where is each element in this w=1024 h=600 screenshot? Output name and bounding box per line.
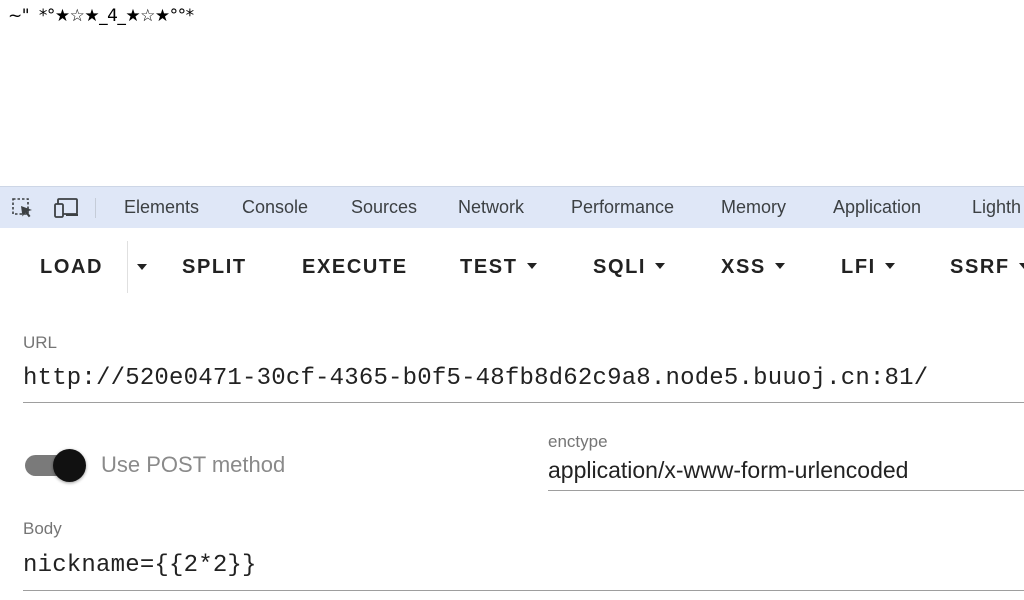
url-label: URL xyxy=(23,333,58,352)
tab-performance[interactable]: Performance xyxy=(571,187,674,228)
url-underline xyxy=(23,402,1024,403)
lfi-menu-button[interactable]: LFI xyxy=(841,253,895,281)
enctype-select[interactable]: application/x-www-form-urlencoded xyxy=(548,457,908,484)
post-method-label[interactable]: Use POST method xyxy=(101,452,285,478)
devtools-tab-bar: Elements Console Sources Network Perform… xyxy=(0,186,1024,228)
xss-menu-button[interactable]: XSS xyxy=(721,253,785,281)
tab-console[interactable]: Console xyxy=(242,187,308,228)
chevron-down-icon xyxy=(655,262,666,269)
tab-application[interactable]: Application xyxy=(833,187,921,228)
body-input[interactable]: nickname={{2*2}} xyxy=(23,552,257,579)
tab-lighthouse[interactable]: Lighth xyxy=(972,187,1024,228)
device-toolbar-icon[interactable] xyxy=(54,197,78,219)
test-menu-button[interactable]: TEST xyxy=(460,253,537,281)
lfi-label: LFI xyxy=(841,256,876,278)
test-label: TEST xyxy=(460,256,518,278)
enctype-underline xyxy=(548,490,1024,491)
xss-label: XSS xyxy=(721,256,766,278)
tab-sources[interactable]: Sources xyxy=(351,187,417,228)
inspect-element-icon[interactable] xyxy=(11,197,35,219)
chevron-down-icon xyxy=(526,262,537,269)
tab-memory[interactable]: Memory xyxy=(721,187,786,228)
button-divider xyxy=(127,241,128,293)
toolbar-divider xyxy=(95,198,96,218)
chevron-down-icon xyxy=(774,262,785,269)
tab-network[interactable]: Network xyxy=(458,187,524,228)
load-button[interactable]: LOAD xyxy=(40,253,103,281)
sqli-menu-button[interactable]: SQLI xyxy=(593,253,666,281)
chevron-down-icon xyxy=(1018,262,1024,269)
body-label: Body xyxy=(23,519,62,538)
tab-elements[interactable]: Elements xyxy=(124,187,199,228)
body-underline xyxy=(23,590,1024,591)
ssrf-label: SSRF xyxy=(950,256,1010,278)
enctype-label: enctype xyxy=(548,432,608,451)
load-dropdown-icon[interactable] xyxy=(137,264,147,270)
page-output-text: ~" *°★☆★_4_★☆★°°* xyxy=(8,6,194,26)
sqli-label: SQLI xyxy=(593,256,647,278)
split-button[interactable]: SPLIT xyxy=(182,253,247,281)
execute-button[interactable]: EXECUTE xyxy=(302,253,408,281)
post-method-toggle[interactable] xyxy=(25,449,87,483)
hackbar-toolbar: LOAD SPLIT EXECUTE TEST SQLI XSS LFI SSR… xyxy=(0,229,1024,305)
url-input[interactable]: http://520e0471-30cf-4365-b0f5-48fb8d62c… xyxy=(23,365,928,392)
toggle-thumb xyxy=(53,449,86,482)
ssrf-menu-button[interactable]: SSRF xyxy=(950,253,1024,281)
chevron-down-icon xyxy=(884,262,895,269)
